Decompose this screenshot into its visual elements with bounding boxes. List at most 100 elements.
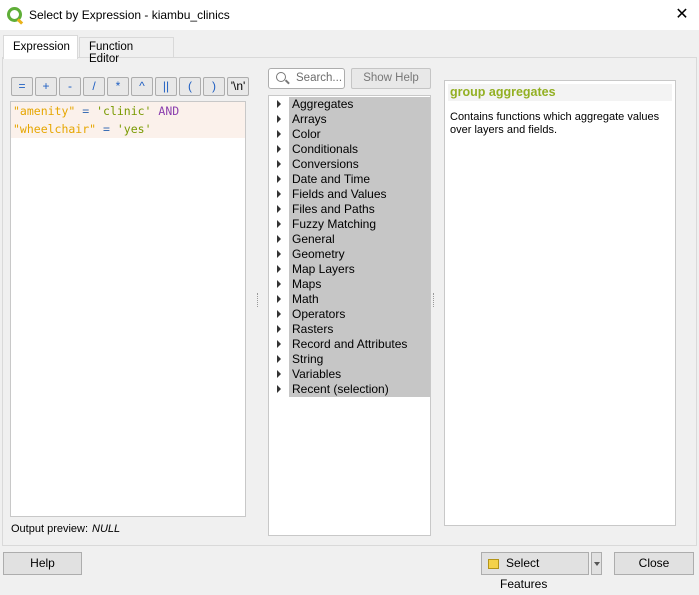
qgis-logo-icon — [7, 7, 22, 22]
operator-token: = — [96, 122, 117, 136]
expand-arrow-icon[interactable] — [277, 220, 281, 228]
help-body: Contains functions which aggregate value… — [450, 111, 660, 136]
tree-item[interactable]: Color — [269, 127, 430, 142]
help-panel: group aggregates Contains functions whic… — [444, 80, 676, 526]
editor-line-2: "wheelchair" = 'yes' — [11, 120, 245, 138]
select-features-dropdown[interactable] — [591, 552, 602, 575]
value-token: 'clinic' — [96, 104, 152, 118]
expand-arrow-icon[interactable] — [277, 280, 281, 288]
tree-item-label: Fuzzy Matching — [289, 217, 430, 232]
expand-arrow-icon[interactable] — [277, 310, 281, 318]
select-features-label: Select Features — [500, 556, 548, 591]
expand-arrow-icon[interactable] — [277, 190, 281, 198]
select-expression-icon — [488, 559, 499, 569]
tree-item-label: String — [289, 352, 430, 367]
tab-function-editor[interactable]: Function Editor — [79, 37, 174, 65]
tree-item-label: Operators — [289, 307, 430, 322]
editor-line-1: "amenity" = 'clinic' AND — [11, 102, 245, 120]
tree-item-label: Color — [289, 127, 430, 142]
operator-button[interactable]: = — [11, 77, 33, 96]
tree-item[interactable]: Date and Time — [269, 172, 430, 187]
tree-item-label: Aggregates — [289, 97, 430, 112]
preview-label: Output preview: — [11, 523, 89, 535]
help-button[interactable]: Help — [3, 552, 82, 575]
tree-item-label: Map Layers — [289, 262, 430, 277]
tree-item[interactable]: Fields and Values — [269, 187, 430, 202]
output-preview: Output preview: NULL — [11, 523, 120, 535]
tree-item-label: Geometry — [289, 247, 430, 262]
expand-arrow-icon[interactable] — [277, 250, 281, 258]
expand-arrow-icon[interactable] — [277, 160, 281, 168]
operator-button[interactable]: / — [83, 77, 105, 96]
expand-arrow-icon[interactable] — [277, 370, 281, 378]
expression-editor[interactable]: "amenity" = 'clinic' AND "wheelchair" = … — [10, 101, 246, 517]
field-token: "amenity" — [13, 104, 76, 118]
operator-button[interactable]: || — [155, 77, 177, 96]
field-token: "wheelchair" — [13, 122, 97, 136]
tree-item[interactable]: Aggregates — [269, 97, 430, 112]
expand-arrow-icon[interactable] — [277, 175, 281, 183]
preview-value: NULL — [92, 523, 121, 535]
tree-item[interactable]: Map Layers — [269, 262, 430, 277]
expand-arrow-icon[interactable] — [277, 235, 281, 243]
tree-item-label: Record and Attributes — [289, 337, 430, 352]
expand-arrow-icon[interactable] — [277, 265, 281, 273]
close-button[interactable]: Close — [614, 552, 694, 575]
tree-item[interactable]: General — [269, 232, 430, 247]
tree-item[interactable]: Files and Paths — [269, 202, 430, 217]
window-title: Select by Expression - kiambu_clinics — [29, 8, 230, 22]
operator-button[interactable]: + — [35, 77, 57, 96]
keyword-token: AND — [151, 104, 180, 118]
tree-item[interactable]: Variables — [269, 367, 430, 382]
expand-arrow-icon[interactable] — [277, 205, 281, 213]
operator-token: = — [75, 104, 97, 118]
help-title: group aggregates — [448, 84, 672, 101]
tab-expression[interactable]: Expression — [3, 35, 78, 59]
tree-item-label: Variables — [289, 367, 430, 382]
expand-arrow-icon[interactable] — [277, 325, 281, 333]
tree-item-label: Rasters — [289, 322, 430, 337]
tree-item[interactable]: Maps — [269, 277, 430, 292]
expand-arrow-icon[interactable] — [277, 145, 281, 153]
tree-item[interactable]: Operators — [269, 307, 430, 322]
operator-button[interactable]: - — [59, 77, 81, 96]
tree-item-label: Arrays — [289, 112, 430, 127]
tree-item-label: Math — [289, 292, 430, 307]
expand-arrow-icon[interactable] — [277, 295, 281, 303]
splitter-handle[interactable] — [257, 293, 259, 307]
function-tree[interactable]: Aggregates Arrays Color Conditionals Convers… — [268, 95, 431, 536]
tree-item[interactable]: Fuzzy Matching — [269, 217, 430, 232]
operator-button[interactable]: * — [107, 77, 129, 96]
operator-button[interactable]: ( — [179, 77, 201, 96]
operator-button[interactable]: ^ — [131, 77, 153, 96]
tree-item-label: Maps — [289, 277, 430, 292]
tree-item-label: General — [289, 232, 430, 247]
tree-item[interactable]: Geometry — [269, 247, 430, 262]
tree-item[interactable]: Recent (selection) — [269, 382, 430, 397]
value-token: 'yes' — [116, 122, 152, 136]
tree-item[interactable]: Rasters — [269, 322, 430, 337]
operator-button[interactable]: ) — [203, 77, 225, 96]
select-features-button[interactable]: Select Features — [481, 552, 589, 591]
splitter-handle[interactable] — [433, 293, 435, 307]
tree-item[interactable]: String — [269, 352, 430, 367]
expand-arrow-icon[interactable] — [277, 130, 281, 138]
tree-item-label: Conversions — [289, 157, 430, 172]
tree-item[interactable]: Math — [269, 292, 430, 307]
expand-arrow-icon[interactable] — [277, 100, 281, 108]
search-icon — [276, 72, 286, 82]
tree-item-label: Fields and Values — [289, 187, 430, 202]
expand-arrow-icon[interactable] — [277, 340, 281, 348]
expand-arrow-icon[interactable] — [277, 115, 281, 123]
tree-item-label: Files and Paths — [289, 202, 430, 217]
tree-item[interactable]: Conditionals — [269, 142, 430, 157]
tree-item[interactable]: Arrays — [269, 112, 430, 127]
expand-arrow-icon[interactable] — [277, 385, 281, 393]
expand-arrow-icon[interactable] — [277, 355, 281, 363]
tree-item[interactable]: Conversions — [269, 157, 430, 172]
show-help-button[interactable]: Show Help — [351, 68, 431, 89]
tree-item[interactable]: Record and Attributes — [269, 337, 430, 352]
close-icon[interactable]: ✕ — [672, 4, 692, 24]
tree-item-label: Date and Time — [289, 172, 430, 187]
operator-button[interactable]: '\n' — [227, 77, 249, 96]
